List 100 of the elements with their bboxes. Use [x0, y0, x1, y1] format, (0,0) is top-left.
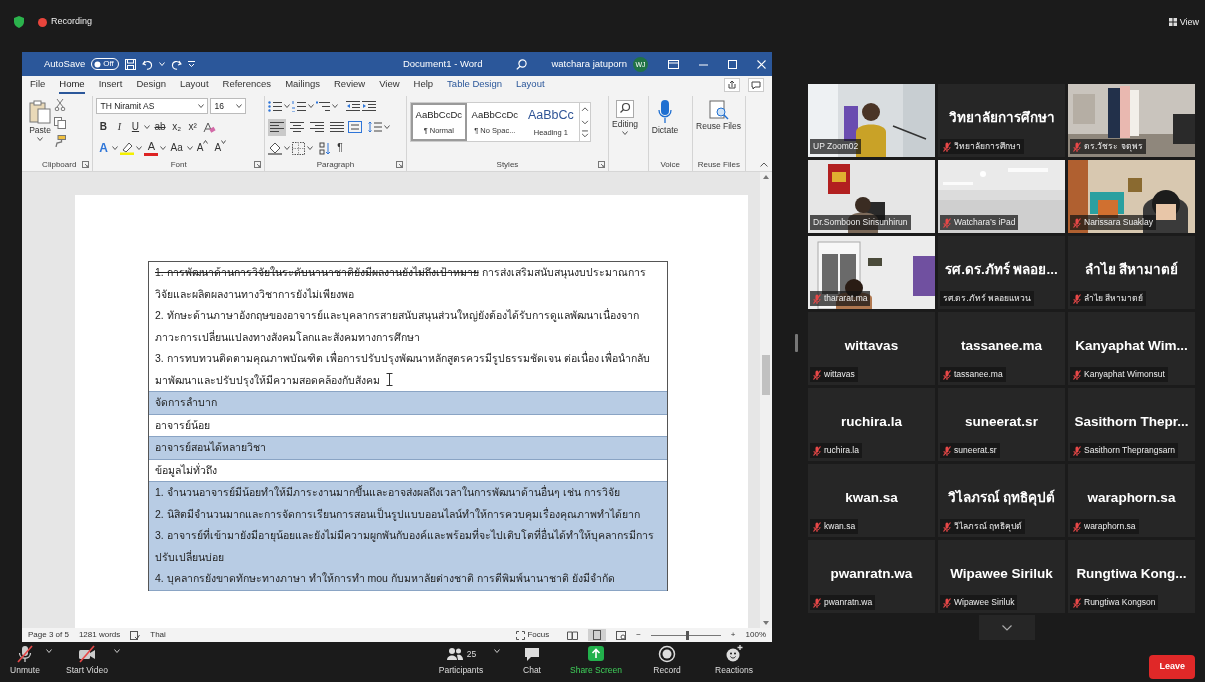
reactions-button[interactable]: Reactions [702, 645, 766, 675]
ribbon-tab[interactable]: References [222, 76, 272, 94]
participant-tile[interactable]: ดร.วัชระ จตุพร [1068, 84, 1195, 157]
caret-icon[interactable] [284, 104, 290, 108]
caret-icon[interactable] [112, 146, 119, 150]
participant-tile[interactable]: kwan.sa kwan.sa [808, 464, 935, 537]
ribbon-tab[interactable]: Insert [98, 76, 123, 94]
redo-icon[interactable] [170, 58, 182, 70]
clear-format-icon[interactable] [201, 120, 216, 134]
comment-icon[interactable] [748, 78, 764, 92]
search-icon[interactable] [516, 58, 528, 70]
start-video-button[interactable]: Start Video [56, 645, 118, 675]
participant-tile[interactable]: Dr.Somboon Sirisunhirun [808, 160, 935, 233]
record-button[interactable]: Record [632, 645, 702, 675]
customize-icon[interactable] [187, 61, 195, 67]
bold-button[interactable]: B [96, 118, 111, 136]
scroll-up-icon[interactable] [762, 174, 770, 180]
scroll-down-icon[interactable] [762, 620, 770, 626]
caret-icon[interactable] [307, 146, 313, 150]
numbering-icon[interactable] [292, 100, 306, 112]
share-screen-button[interactable]: Share Screen [560, 645, 632, 675]
shading-icon[interactable] [268, 141, 282, 155]
zoom-slider-thumb[interactable] [685, 630, 689, 640]
participant-tile[interactable]: ruchira.la ruchira.la [808, 388, 935, 461]
participants-button[interactable]: 25 Participants [424, 645, 498, 675]
font-color-button[interactable]: A [144, 140, 159, 156]
caret-icon[interactable] [284, 146, 290, 150]
participant-tile[interactable]: ลำไย สีหามาตย์ ลำไย สีหามาตย์ [1068, 236, 1195, 309]
show-marks-button[interactable]: ¶ [333, 139, 347, 157]
editing-button[interactable]: Editing [612, 96, 639, 158]
format-painter-icon[interactable] [54, 135, 66, 147]
participant-tile[interactable]: wittavas wittavas [808, 312, 935, 385]
maximize-icon[interactable] [728, 59, 737, 69]
increase-indent-icon[interactable] [362, 100, 376, 112]
participant-tile[interactable]: thararat.ma [808, 236, 935, 309]
participant-tile[interactable]: Rungtiwa Kong... Rungtiwa Kongson [1068, 540, 1195, 613]
ribbon-tab[interactable]: Table Design [447, 76, 503, 94]
change-case-button[interactable]: Aa [168, 139, 185, 157]
caret-icon[interactable] [37, 136, 43, 141]
zoom-in-button[interactable]: + [730, 631, 736, 639]
proofing-icon[interactable] [130, 630, 141, 640]
caret-icon[interactable] [236, 104, 243, 108]
web-layout-icon[interactable] [616, 630, 627, 640]
ribbon-tab[interactable]: Layout [516, 76, 545, 94]
share-icon[interactable] [724, 78, 740, 92]
bullets-icon[interactable] [268, 100, 282, 112]
shrink-font-button[interactable]: A [212, 139, 229, 157]
participant-tile[interactable]: Wipawee Siriluk Wipawee Siriluk [938, 540, 1065, 613]
chat-button[interactable]: Chat [504, 645, 560, 675]
participant-tile[interactable]: UP Zoom02 [808, 84, 935, 157]
participant-tile[interactable]: วิทยาลัยการศึกษา วิทยาลัยการศึกษา [938, 84, 1065, 157]
view-button[interactable]: View [1168, 17, 1199, 27]
save-icon[interactable] [124, 58, 136, 70]
ribbon-tab[interactable]: Home [59, 76, 85, 94]
close-icon[interactable] [757, 59, 766, 69]
font-name-field[interactable]: TH Niramit AS [96, 98, 209, 114]
superscript-button[interactable]: x² [185, 118, 200, 136]
caret-icon[interactable] [198, 104, 205, 108]
participant-tile[interactable]: Narissara Suaklay [1068, 160, 1195, 233]
zoom-out-button[interactable]: − [636, 631, 641, 639]
caret-icon[interactable] [332, 104, 338, 108]
decrease-indent-icon[interactable] [346, 100, 360, 112]
ribbon-tab[interactable]: View [379, 76, 400, 94]
collapse-ribbon-icon[interactable] [760, 162, 769, 167]
participant-tile[interactable]: Kanyaphat Wim... Kanyaphat Wimonsut [1068, 312, 1195, 385]
caret-icon[interactable] [384, 125, 390, 129]
unmute-button[interactable]: Unmute [0, 645, 50, 675]
ribbon-tab[interactable]: File [30, 76, 46, 94]
caret-icon[interactable] [186, 146, 193, 150]
dialog-launcher-icon[interactable] [395, 161, 403, 168]
font-size-field[interactable]: 16 [210, 98, 247, 114]
caret-icon[interactable] [622, 130, 629, 135]
distributed-icon[interactable] [348, 121, 362, 133]
caret-icon[interactable] [144, 125, 151, 129]
caret-icon[interactable] [136, 146, 143, 150]
subscript-button[interactable]: x₂ [169, 118, 184, 136]
leave-button[interactable]: Leave [1149, 655, 1195, 679]
participant-tile[interactable]: Watchara’s iPad [938, 160, 1065, 233]
paste-button[interactable]: Paste [29, 96, 51, 158]
grow-font-button[interactable]: A [194, 139, 211, 157]
caret-icon[interactable] [160, 146, 167, 150]
ribbon-display-icon[interactable] [668, 59, 679, 69]
print-layout-icon[interactable] [588, 629, 607, 641]
strikethrough-button[interactable]: ab [152, 118, 168, 136]
dialog-launcher-icon[interactable] [254, 161, 261, 168]
ribbon-tab[interactable]: Layout [180, 76, 209, 94]
ribbon-tab[interactable]: Design [136, 76, 166, 94]
multilevel-list-icon[interactable] [316, 100, 330, 112]
copy-icon[interactable] [54, 117, 66, 129]
undo-icon[interactable] [141, 58, 153, 70]
read-mode-icon[interactable] [567, 630, 579, 640]
participant-tile[interactable]: tassanee.ma tassanee.ma [938, 312, 1065, 385]
resize-handle[interactable] [795, 334, 798, 352]
sort-icon[interactable] [319, 141, 331, 155]
italic-button[interactable]: I [112, 118, 127, 136]
participant-tile[interactable]: วิไลภรณ์ ฤทธิคุปต์ วิไลภรณ์ ฤทธิคุปต์ [938, 464, 1065, 537]
reuse-files-button[interactable]: Reuse Files [695, 96, 742, 158]
cut-icon[interactable] [54, 99, 66, 111]
ribbon-tab[interactable]: Help [413, 76, 434, 94]
menu-caret-icon[interactable] [114, 649, 120, 653]
